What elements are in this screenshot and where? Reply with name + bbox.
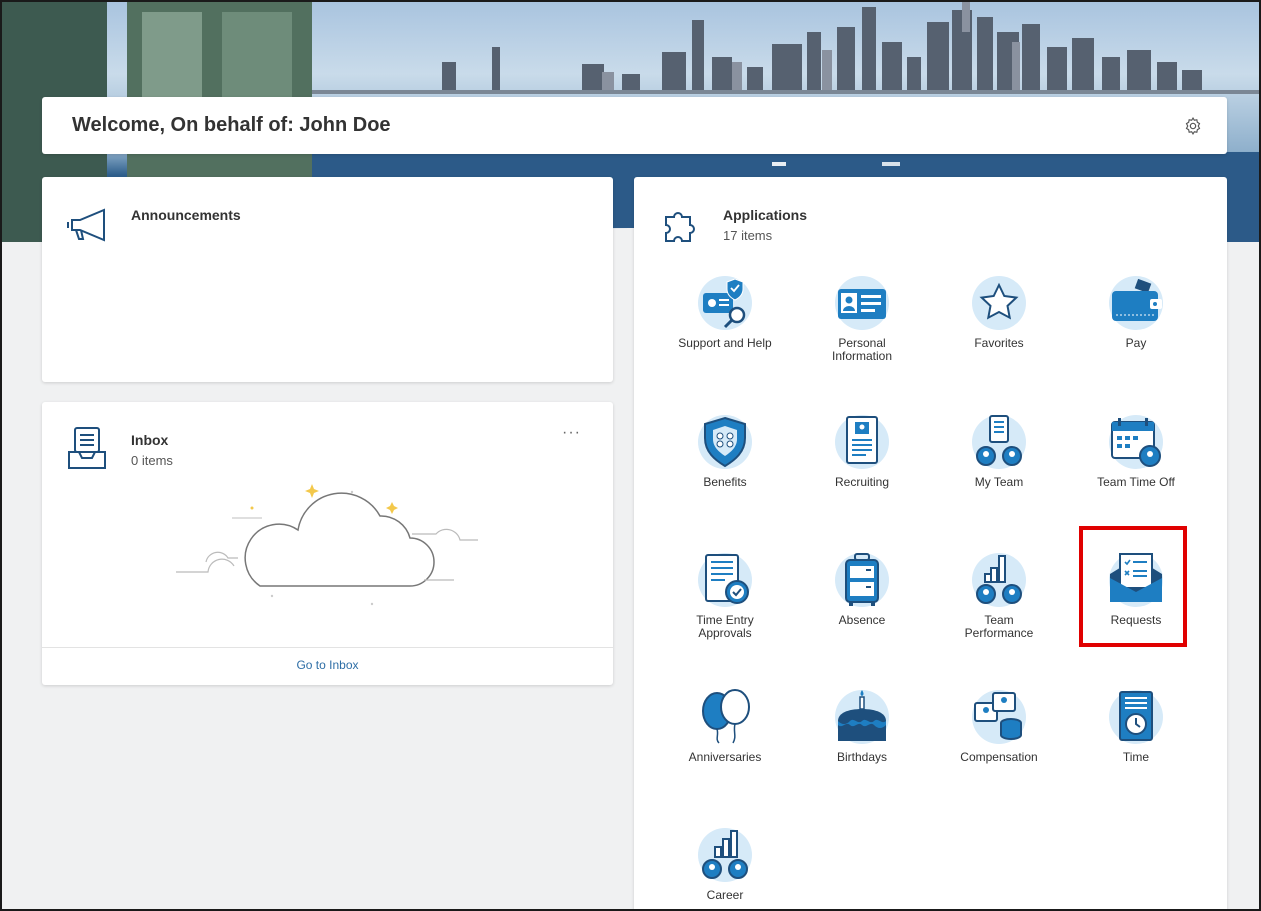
wallet-icon xyxy=(1109,276,1163,330)
app-absence[interactable]: Absence xyxy=(797,552,927,627)
app-label: Birthdays xyxy=(836,750,888,764)
app-label: My Team xyxy=(974,475,1024,489)
app-label: Favorites xyxy=(974,336,1024,350)
app-time[interactable]: Time xyxy=(1071,689,1201,764)
app-label: Time Entry Approvals xyxy=(696,613,754,640)
app-favorites[interactable]: Favorites xyxy=(934,275,1064,350)
applications-count: 17 items xyxy=(723,228,773,243)
app-label: Pay xyxy=(1125,336,1147,350)
gear-icon[interactable] xyxy=(1183,116,1203,136)
app-pay[interactable]: Pay xyxy=(1071,275,1201,350)
puzzle-icon xyxy=(665,212,695,242)
cake-icon xyxy=(835,690,889,744)
app-label: Anniversaries xyxy=(688,750,762,764)
app-label: Team Performance xyxy=(964,613,1034,640)
inbox-tray-icon xyxy=(68,427,106,469)
page-title: Welcome, On behalf of: John Doe xyxy=(72,114,391,136)
app-label: Compensation xyxy=(960,750,1038,764)
app-requests[interactable]: Requests xyxy=(1071,552,1201,627)
luggage-icon xyxy=(835,553,889,607)
app-anniversaries[interactable]: Anniversaries xyxy=(660,689,790,764)
app-label: Requests xyxy=(1110,613,1162,627)
shield-icon xyxy=(698,415,752,469)
app-time-entry-approvals[interactable]: Time Entry Approvals xyxy=(660,552,790,640)
empty-cloud-illustration xyxy=(176,484,478,606)
announcements-title: Announcements xyxy=(131,207,241,223)
envelope-icon xyxy=(1109,553,1163,607)
app-birthdays[interactable]: Birthdays xyxy=(797,689,927,764)
announcements-card: Announcements xyxy=(42,177,613,382)
app-support-and-help[interactable]: Support and Help xyxy=(660,275,790,350)
app-label: Career xyxy=(706,888,744,902)
app-career[interactable]: Career xyxy=(660,827,790,902)
applications-card: Applications 17 items Support and Help P… xyxy=(634,177,1227,909)
app-compensation[interactable]: Compensation xyxy=(934,689,1064,764)
compensation-icon xyxy=(972,690,1026,744)
app-label: Time xyxy=(1122,750,1150,764)
performance-icon xyxy=(972,553,1026,607)
star-icon xyxy=(972,276,1026,330)
clock-icon xyxy=(1109,690,1163,744)
app-benefits[interactable]: Benefits xyxy=(660,414,790,489)
app-label: Support and Help xyxy=(678,336,772,350)
app-label: Benefits xyxy=(703,475,747,489)
inbox-divider xyxy=(42,647,613,648)
resume-icon xyxy=(835,415,889,469)
inbox-count: 0 items xyxy=(131,453,173,468)
inbox-card: Inbox 0 items ··· Go to Inbox xyxy=(42,402,613,685)
app-frame: Welcome, On behalf of: John Doe Announce… xyxy=(0,0,1261,911)
career-icon xyxy=(698,828,752,882)
app-team-time-off[interactable]: Team Time Off xyxy=(1071,414,1201,489)
app-my-team[interactable]: My Team xyxy=(934,414,1064,489)
calendar-icon xyxy=(1109,415,1163,469)
more-options-icon[interactable]: ··· xyxy=(562,425,581,441)
app-label: Personal Information xyxy=(831,336,893,363)
team-icon xyxy=(972,415,1026,469)
app-label: Team Time Off xyxy=(1097,475,1175,489)
support-help-icon xyxy=(698,276,752,330)
app-recruiting[interactable]: Recruiting xyxy=(797,414,927,489)
go-to-inbox-link[interactable]: Go to Inbox xyxy=(42,658,613,672)
personal-information-icon xyxy=(835,276,889,330)
app-label: Recruiting xyxy=(834,475,890,489)
app-personal-information[interactable]: Personal Information xyxy=(797,275,927,363)
balloons-icon xyxy=(702,689,750,744)
welcome-bar: Welcome, On behalf of: John Doe xyxy=(42,97,1227,154)
app-label: Absence xyxy=(838,613,886,627)
app-team-performance[interactable]: Team Performance xyxy=(934,552,1064,640)
megaphone-icon xyxy=(67,208,105,242)
inbox-title: Inbox xyxy=(131,432,169,448)
time-approval-icon xyxy=(698,553,752,607)
applications-title: Applications xyxy=(723,207,808,223)
